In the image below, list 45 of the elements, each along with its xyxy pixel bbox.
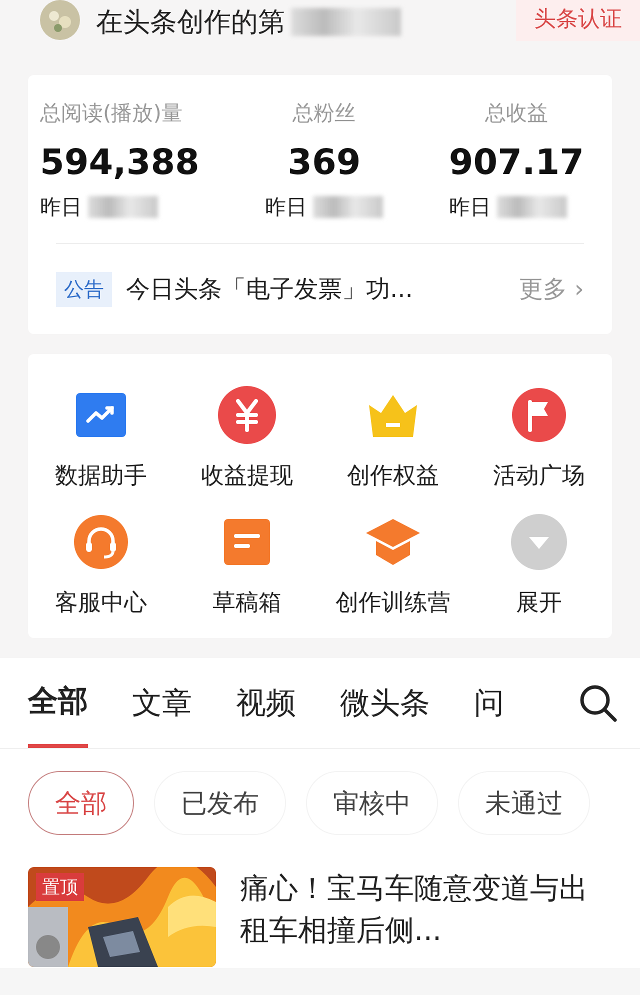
tool-button[interactable]: 客服中心 — [28, 511, 174, 618]
notice-tag: 公告 — [56, 272, 112, 306]
yesterday-label: 昨日 — [448, 194, 491, 221]
article-title[interactable]: 痛心！宝马车随意变道与出租车相撞后侧... — [240, 867, 612, 967]
search-icon[interactable] — [578, 683, 618, 723]
notice-text[interactable]: 今日头条「电子发票」功... — [126, 273, 413, 305]
graduation-cap-icon — [364, 517, 422, 567]
filter-chip[interactable]: 全部 — [28, 771, 134, 835]
tool-button[interactable]: 创作训练营 — [320, 511, 466, 618]
content-tab[interactable]: 视频 — [236, 658, 296, 748]
stat-value: 369 — [288, 143, 361, 183]
stat-value: 907.17 — [448, 143, 584, 183]
blurred-text — [496, 196, 567, 218]
content-tab[interactable]: 微头条 — [340, 658, 430, 748]
pinned-tag: 置顶 — [36, 873, 84, 901]
blurred-text — [88, 196, 158, 218]
filter-chip[interactable]: 已发布 — [154, 771, 286, 835]
blurred-text — [313, 196, 384, 218]
certification-button[interactable]: 头条认证 — [516, 0, 640, 41]
yesterday-label: 昨日 — [265, 194, 308, 221]
tool-button[interactable]: 草稿箱 — [174, 511, 320, 618]
filter-chip[interactable]: 未通过 — [458, 771, 590, 835]
document-icon — [224, 519, 270, 565]
tool-button[interactable]: 展开 — [466, 511, 612, 618]
filter-chip[interactable]: 审核中 — [306, 771, 438, 835]
flag-icon — [512, 388, 566, 442]
content-tab[interactable]: 文章 — [132, 658, 192, 748]
crown-icon — [367, 393, 419, 437]
tool-button[interactable]: 创作权益 — [320, 384, 466, 491]
stat-label: 总阅读(播放)量 — [40, 100, 182, 127]
expand-icon — [511, 514, 567, 570]
stat-value: 594,388 — [40, 143, 200, 183]
stat-label: 总粉丝 — [292, 100, 356, 127]
yesterday-label: 昨日 — [40, 194, 82, 221]
stat-label: 总收益 — [484, 100, 548, 127]
content-tab[interactable]: 问 — [474, 658, 504, 748]
tool-button[interactable]: 活动广场 — [466, 384, 612, 491]
account-title: 在头条创作的第 — [96, 6, 285, 40]
avatar-icon[interactable] — [40, 0, 80, 40]
tool-button[interactable]: 收益提现 — [174, 384, 320, 491]
chart-icon — [76, 393, 126, 437]
tool-button[interactable]: 数据助手 — [28, 384, 174, 491]
headset-icon — [74, 515, 128, 569]
content-tab[interactable]: 全部 — [28, 658, 88, 748]
yuan-icon — [218, 386, 276, 444]
